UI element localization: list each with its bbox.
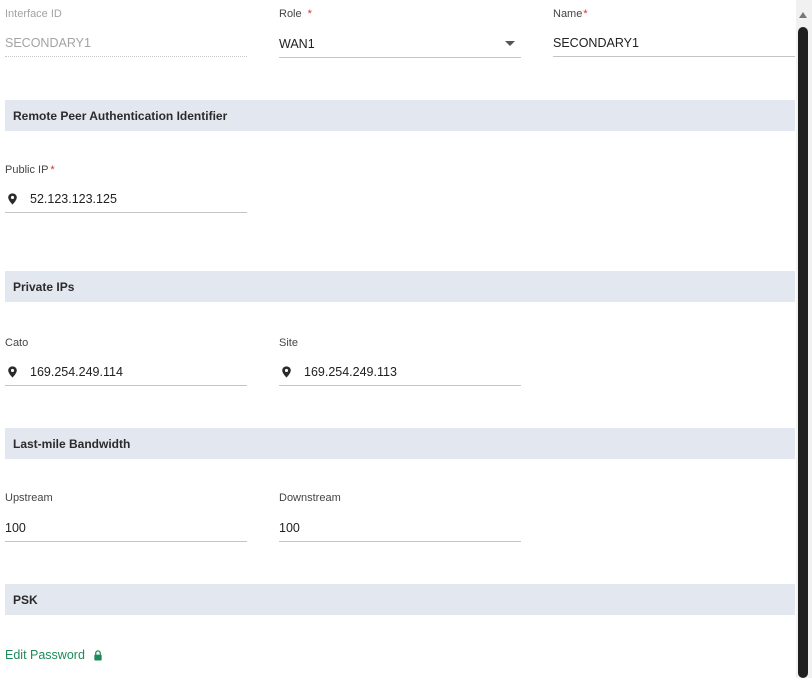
interface-id-label: Interface ID bbox=[5, 8, 62, 20]
location-pin-icon bbox=[8, 192, 17, 205]
upstream-label: Upstream bbox=[5, 492, 53, 504]
public-ip-input[interactable] bbox=[30, 191, 247, 206]
private-ips-section-title: Private IPs bbox=[13, 279, 75, 294]
private-ips-section-header: Private IPs bbox=[5, 271, 795, 302]
upstream-input[interactable] bbox=[5, 520, 247, 535]
cato-ip-input[interactable] bbox=[30, 364, 247, 379]
upstream-field[interactable] bbox=[5, 514, 247, 542]
scrollbar-thumb[interactable] bbox=[798, 27, 808, 678]
lock-icon bbox=[94, 649, 102, 661]
public-ip-label-text: Public IP bbox=[5, 164, 49, 176]
public-ip-field[interactable] bbox=[5, 185, 247, 213]
cato-label-text: Cato bbox=[5, 337, 29, 349]
edit-password-label: Edit Password bbox=[5, 648, 85, 662]
site-ip-field[interactable] bbox=[279, 358, 521, 386]
role-selected-value: WAN1 bbox=[279, 36, 315, 51]
upstream-label-text: Upstream bbox=[5, 492, 53, 504]
name-label-text: Name bbox=[553, 8, 583, 20]
required-mark: * bbox=[583, 8, 588, 20]
downstream-label: Downstream bbox=[279, 492, 341, 504]
bandwidth-section-header: Last-mile Bandwidth bbox=[5, 428, 795, 459]
downstream-input[interactable] bbox=[279, 520, 521, 535]
role-label: Role * bbox=[279, 8, 312, 20]
psk-section-title: PSK bbox=[13, 592, 38, 607]
site-label: Site bbox=[279, 337, 298, 349]
interface-id-field: SECONDARY1 bbox=[5, 29, 247, 57]
site-ip-input[interactable] bbox=[304, 364, 521, 379]
cato-label: Cato bbox=[5, 337, 28, 349]
interface-id-value: SECONDARY1 bbox=[5, 35, 91, 50]
edit-password-link[interactable]: Edit Password bbox=[5, 648, 103, 662]
site-label-text: Site bbox=[279, 337, 298, 349]
role-label-text: Role bbox=[279, 8, 302, 20]
psk-section-header: PSK bbox=[5, 584, 795, 615]
name-input[interactable] bbox=[553, 35, 795, 50]
name-label: Name* bbox=[553, 8, 588, 20]
interface-id-label-text: Interface ID bbox=[5, 8, 62, 20]
remote-peer-section-header: Remote Peer Authentication Identifier bbox=[5, 100, 795, 131]
role-select[interactable]: WAN1 bbox=[279, 30, 521, 58]
downstream-label-text: Downstream bbox=[279, 492, 341, 504]
location-pin-icon bbox=[282, 365, 291, 378]
scroll-up-arrow-icon[interactable] bbox=[799, 12, 807, 18]
bandwidth-section-title: Last-mile Bandwidth bbox=[13, 436, 131, 451]
required-mark: * bbox=[307, 8, 312, 20]
vertical-scrollbar[interactable] bbox=[796, 0, 812, 678]
public-ip-label: Public IP * bbox=[5, 164, 55, 176]
name-field[interactable] bbox=[553, 29, 795, 57]
location-pin-icon bbox=[8, 365, 17, 378]
downstream-field[interactable] bbox=[279, 514, 521, 542]
cato-ip-field[interactable] bbox=[5, 358, 247, 386]
required-mark: * bbox=[50, 164, 55, 176]
remote-peer-section-title: Remote Peer Authentication Identifier bbox=[13, 108, 228, 123]
chevron-down-icon[interactable] bbox=[505, 41, 515, 46]
